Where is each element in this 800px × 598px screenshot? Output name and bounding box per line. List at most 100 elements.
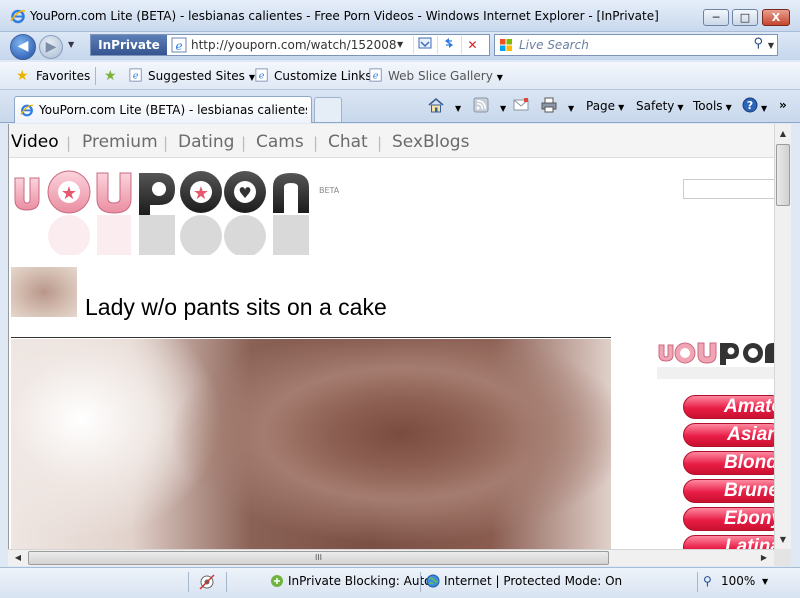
svg-text:e: e [175,39,182,53]
new-tab-button[interactable] [314,97,342,122]
customize-links-link[interactable]: e Customize Links [254,68,372,83]
security-zone-status[interactable]: Internet | Protected Mode: On [426,574,622,588]
nav-dating[interactable]: Dating [178,132,234,152]
video-title: Lady w/o pants sits on a cake [85,294,387,320]
zoom-control[interactable]: ⚲ 100% [703,574,755,588]
nav-premium[interactable]: Premium [82,132,158,152]
horizontal-scroll-thumb[interactable]: III [28,551,609,565]
print-icon[interactable] [540,97,558,113]
site-search-input[interactable] [683,179,774,199]
url-dropdown-icon[interactable]: ▼ [397,40,403,49]
address-toolbar: ◀ ▶ ▼ InPrivate e http://youporn.com/wat… [0,32,800,60]
url-field[interactable]: http://youporn.com/watch/152008/le [191,38,396,52]
youporn-side-logo[interactable] [657,339,774,384]
home-icon[interactable] [427,97,445,113]
nav-separator: | [313,134,319,152]
safety-menu[interactable]: Safety ▼ [636,99,684,113]
status-bar: InPrivate Blocking: Auto Internet | Prot… [0,567,800,598]
favorites-button[interactable]: ★ Favorites [16,68,91,84]
refresh-icon[interactable] [437,36,459,54]
window-title: YouPorn.com Lite (BETA) - lesbianas cali… [30,9,659,23]
zoom-level: 100% [721,574,756,588]
youporn-logo[interactable]: ★ ★ ♥ [11,170,321,255]
print-dropdown-icon[interactable]: ▼ [565,100,574,114]
divider [188,572,189,592]
svg-text:★: ★ [193,183,209,204]
read-mail-icon[interactable] [512,97,530,113]
globe-icon [426,574,440,588]
help-icon[interactable]: ? [741,97,759,113]
stop-icon[interactable]: ✕ [461,36,483,54]
add-favorite-star-icon: ★ [104,68,117,84]
feeds-icon[interactable] [472,97,490,113]
privacy-report-icon[interactable] [198,573,216,591]
add-to-favorites-bar-button[interactable]: ★ [104,68,124,84]
scroll-left-arrow-icon[interactable]: ◀ [10,550,26,566]
svg-text:e: e [373,71,379,82]
beta-label: BETA [319,186,340,195]
web-slice-gallery-link[interactable]: e Web Slice Gallery ▼ [368,68,503,83]
address-box[interactable]: InPrivate e http://youporn.com/watch/152… [90,34,490,56]
search-input[interactable]: Live Search [519,38,589,52]
live-search-logo-icon [500,39,512,51]
favorites-bar: ★ Favorites ★ e Suggested Sites ▼ e Customiz… [0,62,800,90]
home-dropdown-icon[interactable]: ▼ [452,100,461,114]
web-slice-dropdown-icon: ▼ [496,73,503,82]
divider [226,572,227,592]
inprivate-blocking-status[interactable]: InPrivate Blocking: Auto [270,574,432,588]
forward-button[interactable]: ▶ [39,35,63,59]
nav-video[interactable]: Video [11,132,59,152]
horizontal-scrollbar[interactable]: ◀ III ▶ [8,549,774,566]
close-button[interactable]: X [762,9,790,26]
category-button[interactable]: Latina [683,535,774,550]
divider [11,337,611,338]
inprivate-badge: InPrivate [91,35,167,55]
help-dropdown-icon[interactable]: ▼ [758,100,767,114]
tab-youporn[interactable]: YouPorn.com Lite (BETA) - lesbianas cali… [14,96,312,123]
divider [420,572,421,592]
page-menu-label: Page [586,99,616,113]
category-button[interactable]: Blonde [683,451,774,475]
window-frame [791,124,800,566]
back-button[interactable]: ◀ [10,34,36,60]
vertical-scrollbar[interactable]: ▲ ▼ [774,124,791,550]
svg-text:♥: ♥ [238,184,251,202]
vertical-scroll-thumb[interactable] [776,144,790,206]
compatibility-view-icon[interactable] [413,36,435,54]
category-button[interactable]: Asian [683,423,774,447]
scroll-right-arrow-icon[interactable]: ▶ [756,550,772,566]
video-player[interactable] [11,339,611,550]
nav-cams[interactable]: Cams [256,132,304,152]
nav-separator: | [377,134,383,152]
tools-menu-label: Tools [693,99,723,113]
search-box[interactable]: Live Search ⚲ ▼ [494,34,778,56]
scroll-down-arrow-icon[interactable]: ▼ [775,532,791,548]
suggested-sites-link[interactable]: e Suggested Sites ▼ [128,68,255,83]
category-button[interactable]: Ebony [683,507,774,531]
scroll-up-arrow-icon[interactable]: ▲ [775,126,791,142]
feeds-dropdown-icon[interactable]: ▼ [497,100,506,114]
tools-menu[interactable]: Tools ▼ [693,99,732,113]
search-options-dropdown-icon[interactable]: ▼ [768,41,774,50]
window-titlebar: YouPorn.com Lite (BETA) - lesbianas cali… [0,0,800,32]
svg-text:?: ? [747,99,753,112]
safety-menu-label: Safety [636,99,675,113]
nav-sexblogs[interactable]: SexBlogs [392,132,469,152]
category-button[interactable]: Brunette [683,479,774,503]
favorites-label: Favorites [36,69,91,83]
ie-logo-icon [10,9,26,24]
scrollbar-corner [774,549,791,566]
recent-pages-dropdown-icon[interactable]: ▼ [68,40,74,49]
zoom-dropdown-icon[interactable]: ▼ [762,577,768,586]
page-menu[interactable]: Page ▼ [586,99,624,113]
page-content: Video | Premium | Dating | Cams | Chat |… [8,124,774,550]
search-icon[interactable]: ⚲ [753,36,763,51]
ie-tab-icon [20,104,34,117]
maximize-button[interactable]: □ [732,9,758,26]
minimize-button[interactable]: ─ [703,9,729,26]
site-nav: Video | Premium | Dating | Cams | Chat |… [9,124,774,158]
more-commands-icon[interactable]: » [779,98,787,112]
nav-chat[interactable]: Chat [328,132,368,152]
uploader-thumbnail[interactable] [11,267,77,317]
category-button[interactable]: Amateur [683,395,774,419]
